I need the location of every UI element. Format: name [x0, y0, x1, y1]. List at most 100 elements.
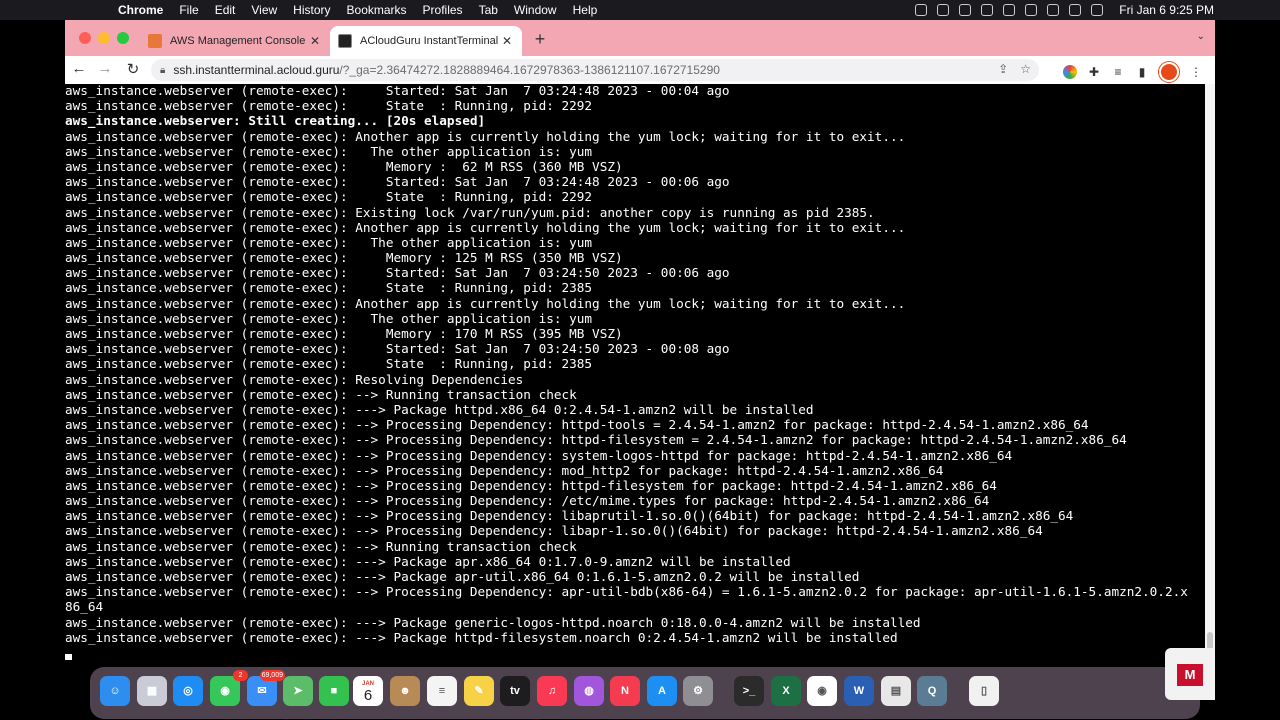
dock-word-icon[interactable]: W — [844, 676, 874, 706]
dock-facetime-icon[interactable]: ■ — [319, 676, 349, 706]
search-icon[interactable] — [1047, 4, 1060, 16]
menu-edit[interactable]: Edit — [207, 0, 244, 20]
siri-icon[interactable] — [1091, 4, 1104, 16]
dock-icon-glyph: ▤ — [890, 685, 902, 697]
site-info-lock-icon[interactable]: 🔒︎ — [160, 65, 165, 76]
reading-list-icon[interactable]: ≡ — [1111, 65, 1125, 79]
dock-messages-icon[interactable]: ◉ 2 — [210, 670, 248, 706]
dock-document-icon[interactable]: ▯ — [969, 676, 999, 706]
control-center-icon[interactable] — [1069, 4, 1082, 16]
dock-podcasts-icon[interactable]: ◍ — [574, 676, 604, 706]
dock-music-icon[interactable]: ♫ — [537, 676, 567, 706]
profile-avatar[interactable] — [1159, 62, 1179, 82]
dock-icon-glyph: ➤ — [293, 685, 303, 697]
new-tab-button[interactable]: + — [531, 29, 549, 50]
terminal-line: aws_instance.webserver (remote-exec): --… — [65, 386, 577, 402]
dock-reminders-icon[interactable]: ≡ — [427, 676, 457, 706]
terminal-line: aws_instance.webserver (remote-exec): --… — [65, 417, 1089, 433]
terminal-line: aws_instance.webserver (remote-exec): Ex… — [65, 204, 875, 220]
terminal-line: aws_instance.webserver (remote-exec): An… — [65, 295, 906, 311]
mail-status-icon[interactable] — [937, 4, 950, 16]
back-button[interactable]: ← — [69, 60, 89, 77]
record-status-icon[interactable] — [915, 4, 928, 16]
dock-icon-glyph: >_ — [742, 685, 756, 697]
menu-view[interactable]: View — [243, 0, 285, 20]
forward-button[interactable]: → — [95, 60, 115, 77]
dock-excel-icon[interactable]: X — [771, 676, 801, 706]
dock-maps-icon[interactable]: ➤ — [283, 676, 313, 706]
menu-history[interactable]: History — [285, 0, 338, 20]
bookmark-star-icon[interactable]: ☆ — [1020, 62, 1031, 76]
screen-status-icon[interactable] — [959, 4, 972, 16]
chrome-menu-icon[interactable]: ⋮ — [1189, 65, 1203, 79]
menubar-clock[interactable]: Fri Jan 6 9:25 PM — [1119, 3, 1214, 17]
terminal-line: aws_instance.webserver (remote-exec): --… — [65, 477, 997, 493]
dock-contacts-icon[interactable]: ☻ — [390, 676, 420, 706]
mcafee-widget[interactable]: M — [1165, 648, 1215, 700]
share-icon[interactable]: ⇪ — [998, 62, 1008, 76]
extensions-puzzle-icon[interactable]: ✚ — [1087, 65, 1101, 79]
battery-icon[interactable] — [1003, 4, 1016, 16]
dock-launchpad-icon[interactable]: ▦ — [137, 676, 167, 706]
terminal-line: aws_instance.webserver (remote-exec): St… — [65, 98, 593, 114]
dock-icon-glyph: ⚙ — [693, 685, 703, 697]
dock-apple-tv-icon[interactable]: tv — [500, 676, 530, 706]
dock-news-icon[interactable]: N — [610, 676, 640, 706]
dock-app-store-icon[interactable]: A — [647, 676, 677, 706]
terminal-favicon-icon — [338, 34, 352, 48]
dock-calendar-icon[interactable]: JAN 6 — [353, 676, 383, 706]
tab-search-chevron-icon[interactable]: ⌄ — [1197, 31, 1205, 42]
tab-close-icon[interactable]: ✕ — [308, 34, 322, 48]
dock-terminal-icon[interactable]: >_ — [734, 676, 764, 706]
window-maximize-button[interactable] — [117, 32, 129, 44]
terminal-line: aws_instance.webserver (remote-exec): --… — [65, 553, 791, 569]
dock-icon-glyph: tv — [510, 685, 520, 697]
menu-bookmarks[interactable]: Bookmarks — [339, 0, 415, 20]
side-panel-icon[interactable]: ▮ — [1135, 65, 1149, 79]
terminal-line: aws_instance.webserver (remote-exec): St… — [65, 356, 593, 372]
menu-tab[interactable]: Tab — [471, 0, 506, 20]
dock-badge: 69,009 — [259, 670, 285, 681]
terminal-line: aws_instance.webserver (remote-exec): An… — [65, 219, 906, 235]
tab-close-icon[interactable]: ✕ — [500, 34, 514, 48]
dock-printer-icon[interactable]: ▤ — [881, 676, 911, 706]
tab-acloudguru-instantterminal[interactable]: ACloudGuru InstantTerminal ✕ — [330, 26, 522, 56]
terminal-line: aws_instance.webserver (remote-exec): Th… — [65, 310, 593, 326]
menu-file[interactable]: File — [171, 0, 206, 20]
terminal-line: 86_64 — [65, 599, 104, 615]
color-extension-icon[interactable] — [1063, 65, 1077, 79]
terminal-line: aws_instance.webserver (remote-exec): St… — [65, 341, 730, 357]
dock-chrome-icon[interactable]: ◉ — [807, 676, 837, 706]
dock-icon-glyph: ▯ — [980, 685, 988, 697]
dock-finder-icon[interactable]: ☺ — [100, 676, 130, 706]
dock-system-settings-icon[interactable]: ⚙ — [683, 676, 713, 706]
terminal-line: aws_instance.webserver: Still creating..… — [65, 113, 486, 129]
dock-icon-glyph: ☺ — [109, 685, 121, 697]
menu-window[interactable]: Window — [506, 0, 565, 20]
tab-aws-management-console[interactable]: AWS Management Console ✕ — [140, 26, 330, 56]
window-close-button[interactable] — [79, 32, 91, 44]
dock-icon-glyph: ✉ — [257, 685, 267, 697]
calendar-day: 6 — [363, 687, 373, 704]
tab-title: AWS Management Console — [170, 35, 306, 47]
dock-icon-glyph: ≡ — [438, 685, 446, 697]
menu-help[interactable]: Help — [565, 0, 606, 20]
menu-app-chrome[interactable]: Chrome — [110, 0, 171, 20]
dock-safari-icon[interactable]: ◎ — [173, 676, 203, 706]
dock-mail-icon[interactable]: ✉ 69,009 — [247, 670, 285, 706]
menu-profiles[interactable]: Profiles — [415, 0, 471, 20]
macos-menu-bar: Chrome File Edit View History Bookmarks … — [0, 0, 1280, 20]
terminal-scrollbar[interactable] — [1205, 84, 1215, 660]
dock-notes-icon[interactable]: ✎ — [464, 676, 494, 706]
terminal-viewport[interactable]: aws_instance.webserver (remote-exec): St… — [65, 84, 1205, 660]
dock-quicktime-icon[interactable]: Q — [917, 676, 947, 706]
terminal-line: aws_instance.webserver (remote-exec): --… — [65, 493, 990, 509]
address-bar[interactable]: 🔒︎ ssh.instantterminal.acloud.guru/?_ga=… — [151, 59, 1039, 81]
reload-button[interactable]: ↻ — [123, 60, 143, 78]
play-status-icon[interactable] — [981, 4, 994, 16]
dock-icon-glyph: ☻ — [399, 685, 411, 697]
window-minimize-button[interactable] — [98, 32, 110, 44]
wifi-icon[interactable] — [1025, 4, 1038, 16]
terminal-output: aws_instance.webserver (remote-exec): St… — [65, 84, 1188, 645]
extensions-area: ✚ ≡ ▮ ⋮ — [1063, 62, 1203, 82]
